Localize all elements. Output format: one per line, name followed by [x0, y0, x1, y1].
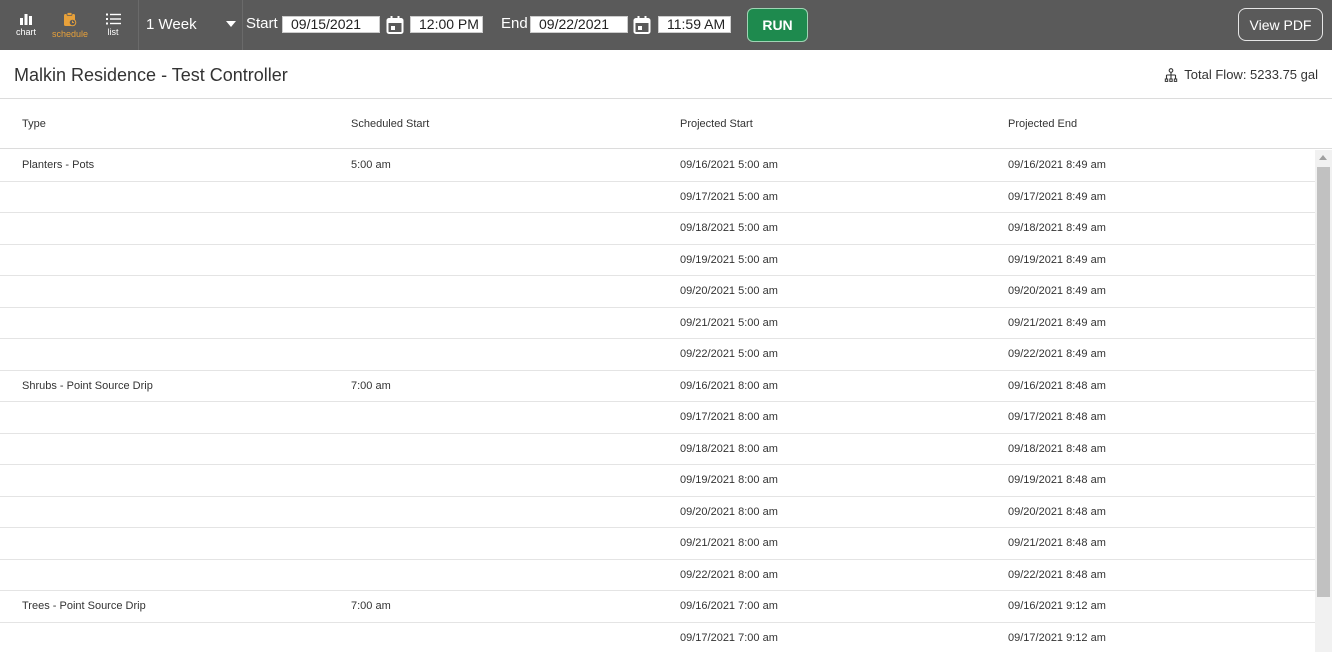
table-row: Planters - Pots 5:00 am 09/16/2021 5:00 am…: [0, 150, 1315, 182]
run-button[interactable]: RUN: [747, 8, 808, 42]
chevron-down-icon: [226, 21, 236, 27]
list-icon: [105, 13, 121, 25]
column-header-type: Type: [22, 118, 46, 130]
chart-view-button[interactable]: chart: [12, 0, 40, 50]
projected-end-cell: 09/18/2021 8:49 am: [1008, 222, 1106, 234]
table-row: 09/22/2021 5:00 am 09/22/2021 8:49 am: [0, 339, 1315, 371]
projected-end-cell: 09/16/2021 8:48 am: [1008, 379, 1106, 392]
scrollbar-thumb[interactable]: [1317, 167, 1330, 597]
projected-start-cell: 09/22/2021 5:00 am: [680, 348, 778, 360]
column-header-projected-end: Projected End: [1008, 118, 1078, 130]
table-row: Shrubs - Point Source Drip 7:00 am 09/16/2…: [0, 371, 1315, 402]
type-cell: Planters - Pots: [22, 159, 95, 171]
divider: [242, 0, 243, 50]
table-header: Type Scheduled Start Projected Start Pro…: [0, 99, 1332, 149]
projected-end-cell: 09/17/2021 8:48 am: [1008, 411, 1106, 423]
scheduled-start-cell: 7:00 am: [351, 600, 391, 612]
projected-start-cell: 09/21/2021 8:00 am: [680, 537, 778, 549]
column-header-projected-start: Projected Start: [680, 118, 753, 130]
projected-end-cell: 09/20/2021 8:49 am: [1008, 285, 1106, 297]
projected-start-cell: 09/18/2021 8:00 am: [680, 442, 778, 455]
divider: [138, 0, 139, 50]
projected-start-cell: 09/21/2021 5:00 am: [680, 316, 778, 329]
projected-end-cell: 09/16/2021 8:49 am: [1008, 159, 1106, 171]
list-view-button[interactable]: list: [100, 0, 126, 50]
bar-chart-icon: [20, 14, 32, 25]
projected-end-cell: 09/19/2021 8:48 am: [1008, 474, 1106, 486]
scroll-up-arrow-icon[interactable]: [1319, 155, 1327, 160]
total-flow: Total Flow: 5233.75 gal: [1164, 67, 1318, 82]
projected-start-cell: 09/20/2021 8:00 am: [680, 505, 778, 518]
projected-start-cell: 09/18/2021 5:00 am: [680, 222, 778, 234]
start-time-input[interactable]: 12:00 PM: [410, 16, 483, 33]
projected-start-cell: 09/17/2021 5:00 am: [680, 190, 778, 203]
projected-start-cell: 09/17/2021 7:00 am: [680, 631, 778, 644]
range-select-value: 1 Week: [146, 15, 197, 33]
start-date-input[interactable]: 09/15/2021: [282, 16, 380, 33]
end-date-input[interactable]: 09/22/2021: [530, 16, 628, 33]
range-select[interactable]: 1 Week: [140, 10, 240, 38]
table-row: 09/18/2021 5:00 am 09/18/2021 8:49 am: [0, 213, 1315, 245]
projected-end-cell: 09/18/2021 8:48 am: [1008, 442, 1106, 455]
projected-start-cell: 09/16/2021 8:00 am: [680, 379, 778, 392]
chart-view-label: chart: [15, 27, 36, 37]
table-row: 09/19/2021 5:00 am 09/19/2021 8:49 am: [0, 245, 1315, 276]
table-row: 09/18/2021 8:00 am 09/18/2021 8:48 am: [0, 434, 1315, 465]
table-body: Planters - Pots 5:00 am 09/16/2021 5:00 am…: [0, 150, 1315, 652]
projected-start-cell: 09/19/2021 5:00 am: [680, 253, 778, 266]
end-calendar-icon[interactable]: [633, 15, 651, 35]
projected-end-cell: 09/21/2021 8:49 am: [1008, 316, 1106, 329]
projected-start-cell: 09/17/2021 8:00 am: [680, 411, 778, 423]
projected-end-cell: 09/22/2021 8:48 am: [1008, 568, 1106, 581]
projected-end-cell: 09/22/2021 8:49 am: [1008, 348, 1106, 360]
table-row: 09/17/2021 7:00 am 09/17/2021 9:12 am: [0, 623, 1315, 652]
end-label: End: [501, 15, 528, 32]
table-row: 09/22/2021 8:00 am 09/22/2021 8:48 am: [0, 560, 1315, 591]
title-bar: Malkin Residence - Test Controller Total…: [0, 50, 1332, 99]
projected-end-cell: 09/17/2021 8:49 am: [1008, 190, 1106, 203]
start-calendar-icon[interactable]: [386, 15, 404, 35]
start-label: Start: [246, 15, 278, 32]
view-pdf-button[interactable]: View PDF: [1238, 8, 1323, 41]
schedule-view-button[interactable]: schedule: [51, 0, 89, 50]
scrollbar[interactable]: [1315, 150, 1332, 652]
table-row: 09/19/2021 8:00 am 09/19/2021 8:48 am: [0, 465, 1315, 497]
projected-start-cell: 09/16/2021 7:00 am: [680, 600, 778, 612]
scheduled-start-cell: 7:00 am: [351, 379, 391, 392]
total-flow-text: Total Flow: 5233.75 gal: [1184, 67, 1318, 82]
projected-start-cell: 09/19/2021 8:00 am: [680, 474, 778, 486]
table-row: 09/20/2021 8:00 am 09/20/2021 8:48 am: [0, 497, 1315, 528]
table-row: Trees - Point Source Drip 7:00 am 09/16/20…: [0, 591, 1315, 623]
schedule-view-label: schedule: [51, 28, 89, 39]
page-title: Malkin Residence - Test Controller: [14, 65, 288, 85]
column-header-scheduled-start: Scheduled Start: [351, 118, 430, 130]
flow-network-icon: [1165, 67, 1178, 82]
projected-end-cell: 09/21/2021 8:48 am: [1008, 537, 1106, 549]
table-row: 09/17/2021 8:00 am 09/17/2021 8:48 am: [0, 402, 1315, 434]
scheduled-start-cell: 5:00 am: [351, 159, 391, 171]
table-row: 09/20/2021 5:00 am 09/20/2021 8:49 am: [0, 276, 1315, 308]
projected-end-cell: 09/20/2021 8:48 am: [1008, 505, 1106, 518]
end-time-input[interactable]: 11:59 AM: [658, 16, 731, 33]
table-row: 09/21/2021 5:00 am 09/21/2021 8:49 am: [0, 308, 1315, 339]
projected-start-cell: 09/20/2021 5:00 am: [680, 285, 778, 297]
projected-end-cell: 09/16/2021 9:12 am: [1008, 600, 1106, 612]
table-row: 09/21/2021 8:00 am 09/21/2021 8:48 am: [0, 528, 1315, 560]
projected-end-cell: 09/19/2021 8:49 am: [1008, 253, 1106, 266]
clipboard-clock-icon: [64, 11, 77, 26]
list-view-label: list: [107, 27, 119, 37]
type-cell: Trees - Point Source Drip: [22, 600, 146, 612]
toolbar: chart schedule list 1 Week Start 09/15/2…: [0, 0, 1332, 50]
type-cell: Shrubs - Point Source Drip: [22, 379, 153, 392]
projected-start-cell: 09/22/2021 8:00 am: [680, 568, 778, 581]
projected-end-cell: 09/17/2021 9:12 am: [1008, 631, 1106, 644]
projected-start-cell: 09/16/2021 5:00 am: [680, 159, 778, 171]
table-row: 09/17/2021 5:00 am 09/17/2021 8:49 am: [0, 182, 1315, 213]
